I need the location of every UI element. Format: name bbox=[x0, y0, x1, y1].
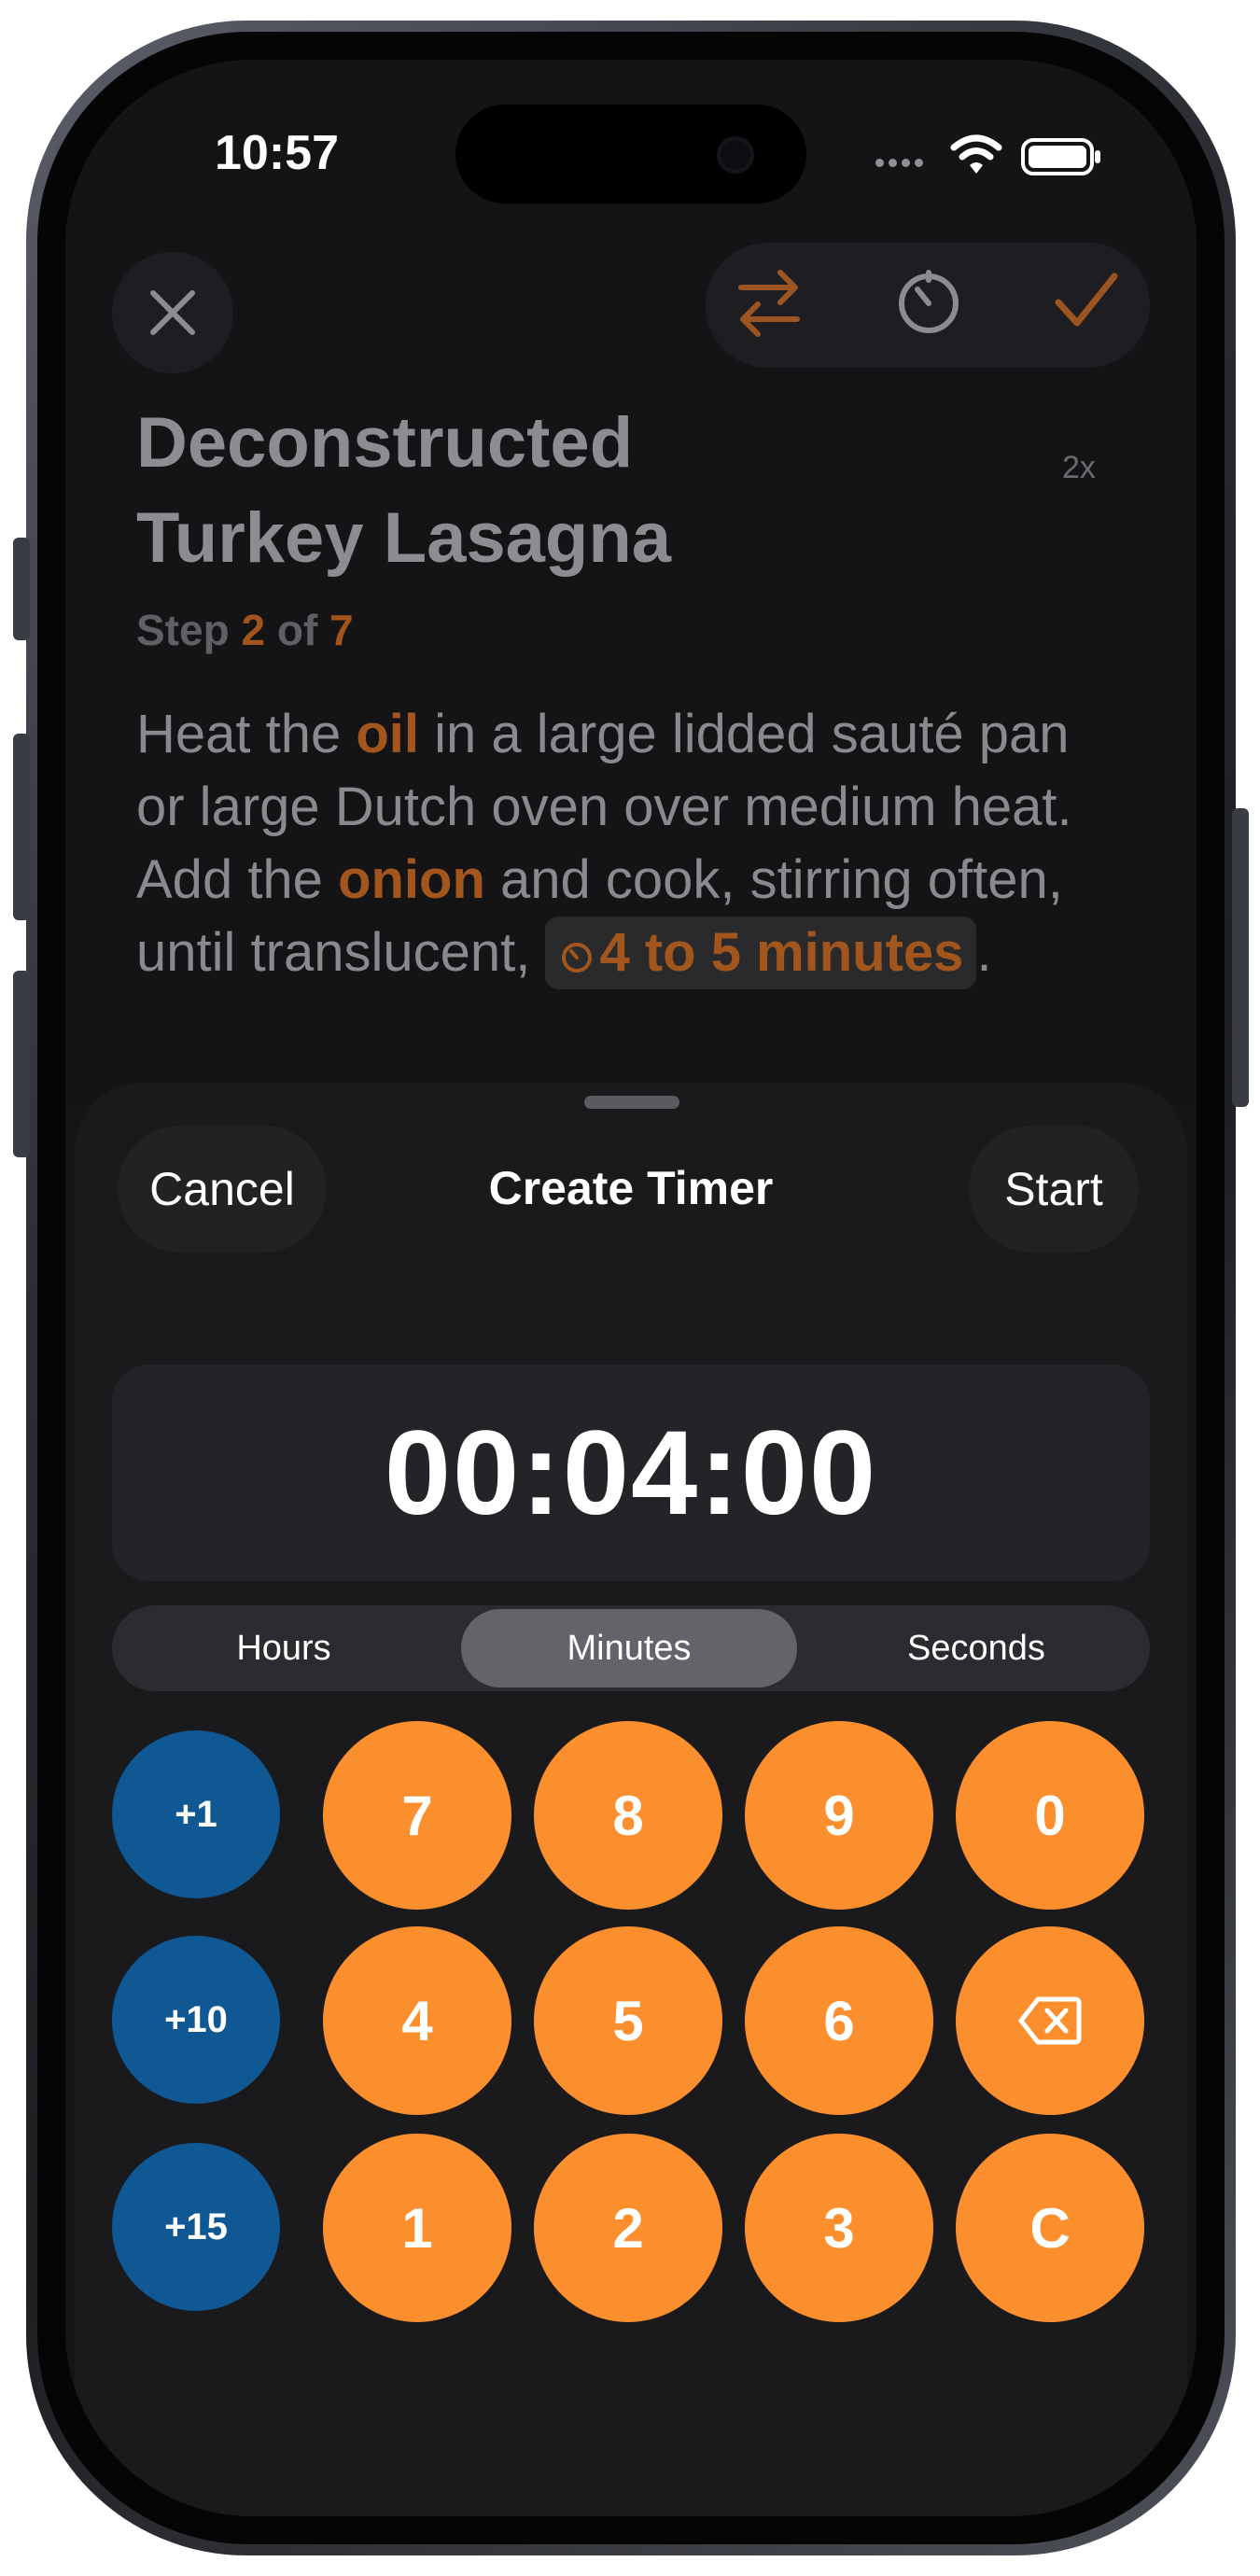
battery-icon bbox=[1021, 138, 1100, 175]
cancel-button[interactable]: Cancel bbox=[118, 1126, 327, 1253]
add-1-button[interactable]: +1 bbox=[112, 1730, 280, 1898]
clear-button[interactable]: C bbox=[956, 2134, 1144, 2322]
segment-seconds[interactable]: Seconds bbox=[806, 1609, 1146, 1687]
front-camera bbox=[717, 136, 754, 174]
step-prefix: Step bbox=[136, 606, 230, 654]
timer-chip[interactable]: 4 to 5 minutes bbox=[545, 917, 977, 989]
instruction-text: . bbox=[976, 922, 992, 983]
add-10-button[interactable]: +10 bbox=[112, 1936, 280, 2104]
instruction-text: Heat the bbox=[136, 704, 357, 764]
digit-9-button[interactable]: 9 bbox=[745, 1721, 933, 1910]
segment-minutes[interactable]: Minutes bbox=[461, 1609, 797, 1687]
sheet-title: Create Timer bbox=[488, 1162, 774, 1214]
backspace-button[interactable] bbox=[956, 1926, 1144, 2115]
backspace-icon bbox=[1018, 1996, 1082, 2045]
step-indicator: Step 2 of 7 bbox=[136, 605, 354, 655]
action-button bbox=[13, 538, 30, 640]
digit-5-button[interactable]: 5 bbox=[534, 1926, 722, 2115]
digit-3-button[interactable]: 3 bbox=[745, 2134, 933, 2322]
timer-display: 00:04:00 bbox=[112, 1365, 1150, 1581]
sheet-grabber[interactable] bbox=[584, 1096, 679, 1109]
step-of: of bbox=[276, 606, 318, 654]
timer-chip-label: 4 to 5 minutes bbox=[599, 922, 964, 983]
digit-8-button[interactable]: 8 bbox=[534, 1721, 722, 1910]
timer-display-value: 00:04:00 bbox=[384, 1406, 878, 1540]
start-button[interactable]: Start bbox=[969, 1126, 1139, 1253]
checkmark-icon[interactable] bbox=[1053, 271, 1120, 330]
digit-4-button[interactable]: 4 bbox=[323, 1926, 511, 2115]
screen: 10:57 Deconstructed Turkey Lasagna 2x St… bbox=[65, 60, 1197, 2516]
cellular-signal-icon bbox=[875, 155, 935, 168]
segment-hours[interactable]: Hours bbox=[116, 1609, 452, 1687]
timer-chip-icon bbox=[562, 943, 593, 973]
recipe-title-line1: Deconstructed bbox=[136, 403, 634, 483]
step-total: 7 bbox=[329, 606, 354, 654]
power-button bbox=[1232, 808, 1249, 1107]
swap-arrows-icon[interactable] bbox=[735, 263, 803, 343]
recipe-title: Deconstructed Turkey Lasagna bbox=[136, 396, 976, 586]
status-time: 10:57 bbox=[215, 126, 339, 180]
volume-up-button bbox=[13, 734, 30, 920]
add-15-button[interactable]: +15 bbox=[112, 2143, 280, 2311]
ingredient-onion[interactable]: onion bbox=[338, 849, 485, 910]
digit-7-button[interactable]: 7 bbox=[323, 1721, 511, 1910]
step-current: 2 bbox=[241, 606, 266, 654]
close-icon bbox=[150, 290, 195, 335]
timer-icon[interactable] bbox=[894, 267, 963, 336]
ingredient-oil[interactable]: oil bbox=[356, 704, 419, 764]
digit-2-button[interactable]: 2 bbox=[534, 2134, 722, 2322]
recipe-title-line2: Turkey Lasagna bbox=[136, 498, 672, 578]
digit-0-button[interactable]: 0 bbox=[956, 1721, 1144, 1910]
servings-multiplier[interactable]: 2x bbox=[1062, 450, 1096, 486]
digit-1-button[interactable]: 1 bbox=[323, 2134, 511, 2322]
volume-down-button bbox=[13, 971, 30, 1157]
step-instructions: Heat the oil in a large lidded sauté pan… bbox=[136, 698, 1126, 989]
digit-6-button[interactable]: 6 bbox=[745, 1926, 933, 2115]
wifi-icon bbox=[950, 134, 1002, 174]
